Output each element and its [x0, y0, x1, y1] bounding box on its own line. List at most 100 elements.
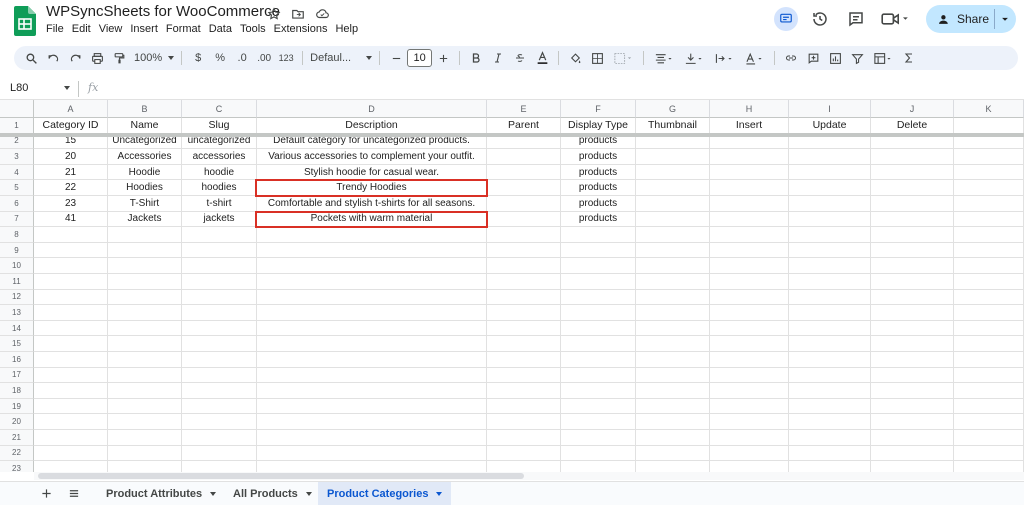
- fill-color-icon[interactable]: [566, 48, 584, 68]
- column-header-g[interactable]: G: [636, 100, 710, 118]
- table-cell[interactable]: [561, 352, 636, 368]
- table-cell[interactable]: [871, 305, 954, 321]
- menu-file[interactable]: File: [46, 22, 68, 36]
- table-cell[interactable]: [954, 398, 1024, 415]
- table-cell[interactable]: [487, 258, 561, 274]
- table-cell[interactable]: [561, 430, 636, 446]
- sheet-tab-product-attributes[interactable]: Product Attributes: [98, 482, 224, 505]
- table-cell[interactable]: [108, 430, 182, 446]
- spreadsheet-grid[interactable]: A B C D E F G H I J K 1 Category ID Name Slug Descripti…: [0, 100, 1024, 472]
- row-header[interactable]: 17: [0, 367, 34, 384]
- table-cell[interactable]: [710, 180, 789, 196]
- table-cell[interactable]: [34, 289, 108, 306]
- row-header[interactable]: 23: [0, 461, 34, 472]
- table-cell[interactable]: [34, 336, 108, 352]
- table-cell[interactable]: [182, 289, 257, 306]
- table-cell[interactable]: [789, 164, 871, 181]
- table-cell[interactable]: [487, 414, 561, 430]
- print-icon[interactable]: [88, 48, 106, 68]
- table-cell[interactable]: [34, 414, 108, 430]
- table-cell[interactable]: [636, 180, 710, 196]
- table-cell[interactable]: [871, 445, 954, 462]
- sheet-tab-all-products[interactable]: All Products: [225, 482, 320, 505]
- table-cell[interactable]: [561, 383, 636, 399]
- table-cell[interactable]: [954, 227, 1024, 243]
- table-cell[interactable]: 20: [34, 149, 108, 165]
- row-header[interactable]: 16: [0, 352, 34, 368]
- add-sheet-icon[interactable]: [38, 485, 54, 501]
- table-cell[interactable]: products: [561, 149, 636, 165]
- menu-tools[interactable]: Tools: [236, 22, 270, 36]
- table-cell[interactable]: [789, 445, 871, 462]
- search-menus-icon[interactable]: [22, 48, 40, 68]
- table-cell[interactable]: [487, 196, 561, 212]
- table-cell[interactable]: [108, 274, 182, 290]
- font-size-input[interactable]: 10: [407, 49, 433, 67]
- paint-format-icon[interactable]: [110, 48, 128, 68]
- table-cell[interactable]: [561, 320, 636, 337]
- table-cell[interactable]: [710, 196, 789, 212]
- sheet-tab-caret-icon[interactable]: [436, 492, 443, 496]
- header-cell[interactable]: Thumbnail: [636, 118, 710, 134]
- table-cell[interactable]: [710, 149, 789, 165]
- table-cell[interactable]: Pockets with warm material: [257, 211, 487, 228]
- table-cell[interactable]: [789, 227, 871, 243]
- table-cell[interactable]: products: [561, 180, 636, 196]
- table-cell[interactable]: [789, 352, 871, 368]
- menu-edit[interactable]: Edit: [68, 22, 95, 36]
- table-cell[interactable]: [561, 289, 636, 306]
- table-cell[interactable]: [710, 258, 789, 274]
- table-cell[interactable]: [182, 258, 257, 274]
- table-cell[interactable]: [871, 461, 954, 472]
- table-cell[interactable]: [871, 180, 954, 196]
- bold-icon[interactable]: [467, 48, 485, 68]
- row-header[interactable]: 12: [0, 289, 34, 306]
- table-cell[interactable]: 21: [34, 164, 108, 181]
- frozen-row-divider[interactable]: [0, 132, 1024, 137]
- meet-camera-icon[interactable]: [878, 5, 912, 33]
- table-cell[interactable]: [710, 383, 789, 399]
- table-cell[interactable]: [257, 258, 487, 274]
- table-cell[interactable]: [487, 336, 561, 352]
- table-cell[interactable]: products: [561, 164, 636, 181]
- table-cell[interactable]: [789, 398, 871, 415]
- table-cell[interactable]: [257, 445, 487, 462]
- header-cell[interactable]: Display Type: [561, 118, 636, 134]
- table-cell[interactable]: [182, 367, 257, 384]
- document-title[interactable]: WPSyncSheets for WooCommerce: [46, 3, 280, 20]
- merge-cells-icon[interactable]: [610, 48, 636, 68]
- table-cell[interactable]: [954, 461, 1024, 472]
- table-cell[interactable]: [487, 383, 561, 399]
- formula-input[interactable]: [108, 81, 1008, 97]
- table-cell[interactable]: [34, 352, 108, 368]
- table-cell[interactable]: [182, 352, 257, 368]
- table-cell[interactable]: [636, 398, 710, 415]
- table-cell[interactable]: [561, 461, 636, 472]
- table-cell[interactable]: [182, 320, 257, 337]
- table-cell[interactable]: [108, 445, 182, 462]
- table-cell[interactable]: [789, 149, 871, 165]
- table-cell[interactable]: [182, 414, 257, 430]
- table-cell[interactable]: t-shirt: [182, 196, 257, 212]
- table-cell[interactable]: [871, 164, 954, 181]
- comments-icon[interactable]: [842, 5, 870, 33]
- table-cell[interactable]: [710, 289, 789, 306]
- table-cell[interactable]: [954, 352, 1024, 368]
- row-header[interactable]: 6: [0, 196, 34, 212]
- table-cell[interactable]: [636, 445, 710, 462]
- table-cell[interactable]: [710, 430, 789, 446]
- table-cell[interactable]: [561, 242, 636, 259]
- row-header[interactable]: 9: [0, 242, 34, 259]
- table-cell[interactable]: [182, 461, 257, 472]
- table-cell[interactable]: [636, 352, 710, 368]
- header-cell[interactable]: Update: [789, 118, 871, 134]
- insert-link-icon[interactable]: [782, 48, 800, 68]
- move-folder-icon[interactable]: [289, 5, 307, 23]
- menu-extensions[interactable]: Extensions: [270, 22, 332, 36]
- table-cell[interactable]: [108, 320, 182, 337]
- table-cell[interactable]: [34, 227, 108, 243]
- table-cell[interactable]: [487, 211, 561, 228]
- table-cell[interactable]: [487, 305, 561, 321]
- version-history-icon[interactable]: [806, 5, 834, 33]
- table-cell[interactable]: [34, 320, 108, 337]
